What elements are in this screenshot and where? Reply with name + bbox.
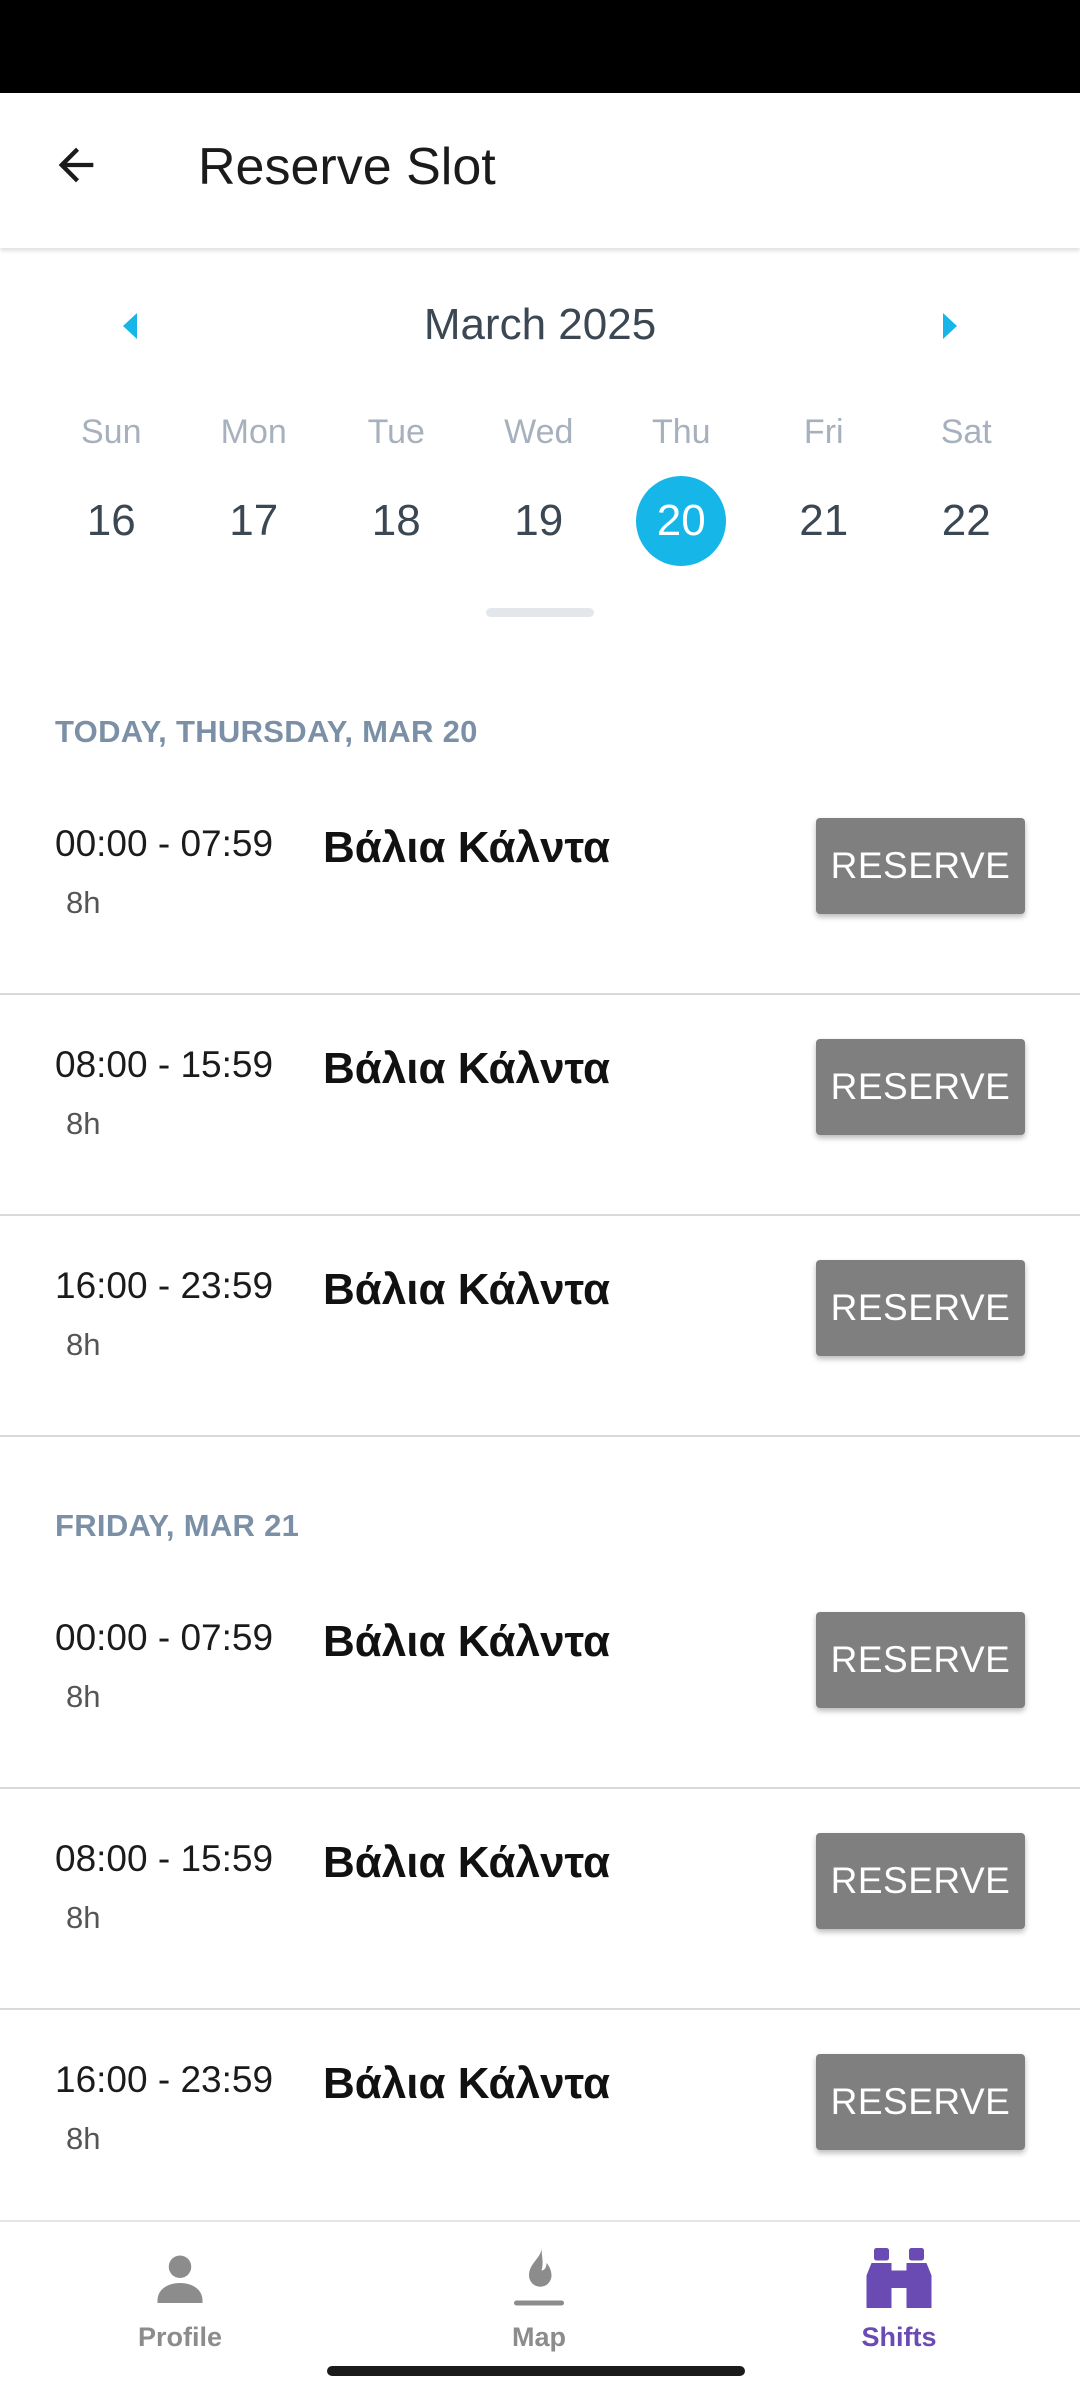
date-cell[interactable]: 16 (66, 476, 156, 566)
day-of-week-label: Sat (940, 413, 992, 451)
day-of-week-label: Thu (651, 413, 711, 451)
app-bar: Reserve Slot (0, 93, 1080, 248)
reserve-button[interactable]: RESERVE (816, 1039, 1025, 1135)
section-header: TODAY, THURSDAY, MAR 20 (55, 714, 478, 749)
day-of-week-label: Tue (367, 413, 425, 451)
map-flame-icon (503, 2242, 575, 2314)
date-cell[interactable]: 19 (494, 476, 584, 566)
slot-duration: 8h (66, 2121, 101, 2156)
day-of-week-label: Mon (220, 413, 287, 451)
day-of-week-label: Fri (803, 413, 844, 451)
nav-item-profile[interactable]: Profile (60, 2242, 300, 2372)
reserve-button[interactable]: RESERVE (816, 1612, 1025, 1708)
slot-duration: 8h (66, 885, 101, 920)
person-icon (144, 2242, 216, 2314)
binoculars-icon (863, 2242, 935, 2314)
slot-location: Βάλια Κάλντα (323, 2059, 611, 2108)
page-title: Reserve Slot (198, 138, 496, 196)
slot-row: 16:00 - 23:59 8h Βάλια Κάλντα RESERVE (0, 1215, 1080, 1437)
slot-duration: 8h (66, 1106, 101, 1141)
slot-time: 00:00 - 07:59 (55, 1617, 274, 1658)
date-cell[interactable]: 21 (779, 476, 869, 566)
slot-time: 08:00 - 15:59 (55, 1838, 274, 1879)
date-cell[interactable]: 17 (209, 476, 299, 566)
slot-time: 16:00 - 23:59 (55, 2059, 274, 2100)
date-cell[interactable]: 18 (351, 476, 441, 566)
reserve-button[interactable]: RESERVE (816, 2054, 1025, 2150)
nav-label: Shifts (861, 2322, 937, 2352)
slot-time: 00:00 - 07:59 (55, 823, 274, 864)
slot-location: Βάλια Κάλντα (323, 823, 611, 872)
slot-time: 08:00 - 15:59 (55, 1044, 274, 1085)
reserve-button[interactable]: RESERVE (816, 818, 1025, 914)
date-cell[interactable]: 22 (921, 476, 1011, 566)
days-of-week-row: Sun Mon Tue Wed Thu Fri Sat (0, 413, 1080, 452)
day-of-week-label: Wed (504, 413, 574, 451)
caret-right-icon (943, 313, 957, 339)
status-bar (0, 0, 1080, 93)
nav-item-shifts[interactable]: Shifts (779, 2242, 1019, 2372)
reserve-button[interactable]: RESERVE (816, 1833, 1025, 1929)
slot-row: 00:00 - 07:59 8h Βάλια Κάλντα RESERVE (0, 1567, 1080, 1789)
section-header: FRIDAY, MAR 21 (55, 1508, 300, 1543)
nav-label: Map (512, 2322, 566, 2352)
next-month-button[interactable] (920, 296, 980, 356)
back-button[interactable] (36, 125, 116, 205)
slot-duration: 8h (66, 1327, 101, 1362)
dates-row: 16 17 18 19 20 21 22 (0, 476, 1080, 566)
slot-location: Βάλια Κάλντα (323, 1617, 611, 1666)
week-calendar: March 2025 Sun Mon Tue Wed Thu Fri Sat 1… (0, 248, 1080, 638)
slot-time: 16:00 - 23:59 (55, 1265, 274, 1306)
date-cell-selected[interactable]: 20 (636, 476, 727, 566)
slot-duration: 8h (66, 1679, 101, 1714)
slot-location: Βάλια Κάλντα (323, 1044, 611, 1093)
slot-row: 16:00 - 23:59 8h Βάλια Κάλντα RESERVE (0, 2009, 1080, 2231)
slot-row: 08:00 - 15:59 8h Βάλια Κάλντα RESERVE (0, 1788, 1080, 2010)
slot-location: Βάλια Κάλντα (323, 1838, 611, 1887)
slot-location: Βάλια Κάλντα (323, 1265, 611, 1314)
home-indicator (327, 2366, 745, 2376)
reserve-button[interactable]: RESERVE (816, 1260, 1025, 1356)
calendar-drag-handle[interactable] (486, 608, 594, 617)
month-label: March 2025 (423, 300, 657, 349)
slot-row: 08:00 - 15:59 8h Βάλια Κάλντα RESERVE (0, 994, 1080, 1216)
slot-duration: 8h (66, 1900, 101, 1935)
slot-row: 00:00 - 07:59 8h Βάλια Κάλντα RESERVE (0, 773, 1080, 995)
nav-label: Profile (137, 2322, 223, 2352)
nav-item-map[interactable]: Map (419, 2242, 659, 2372)
arrow-left-icon (58, 147, 94, 183)
day-of-week-label: Sun (81, 413, 142, 451)
